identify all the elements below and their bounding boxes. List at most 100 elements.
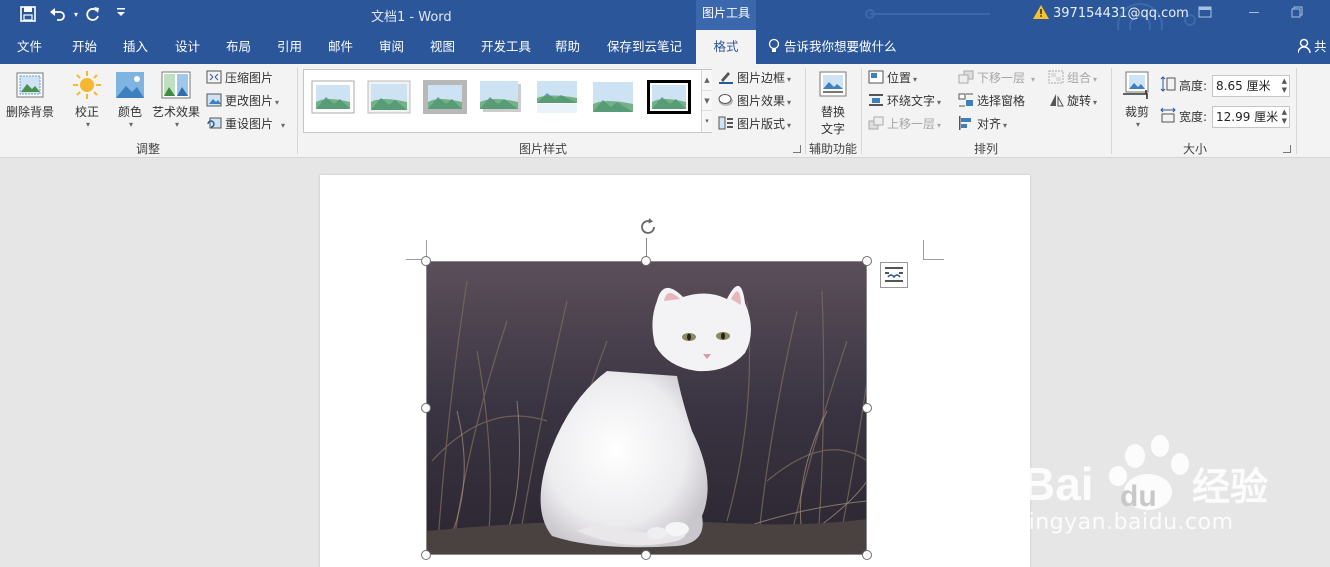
size-launcher-icon[interactable] [1283,145,1291,153]
tab-design[interactable]: 设计 [171,30,204,64]
chevron-down-icon: ▾ [275,98,280,107]
send-backward-button[interactable]: 下移一层 ▾ [958,68,1035,88]
pen-icon [718,70,734,84]
resize-handle-bottom-right[interactable] [862,550,872,560]
artistic-effects-button[interactable]: 艺术效果 ▾ [150,70,202,129]
color-button[interactable]: 颜色 ▾ [110,70,150,129]
corrections-button[interactable]: 校正 ▾ [66,70,108,129]
rotate-handle-icon[interactable] [637,216,659,238]
height-input[interactable]: 8.65 厘米 ▲ ▼ [1212,75,1290,97]
rotate-icon [1048,93,1064,107]
tab-save-to-cloud-notes[interactable]: 保存到云笔记 [603,30,686,64]
gallery-more-icon[interactable]: ▾ [702,110,712,130]
chevron-down-icon: ▾ [787,121,792,130]
restore-icon[interactable] [1291,6,1303,21]
style-thumb-metal-frame[interactable] [423,80,467,114]
picture-border-button[interactable]: 图片边框 ▾ [718,68,791,88]
picture-color-icon [115,70,145,100]
picture-styles-launcher-icon[interactable] [793,145,801,153]
share-button[interactable]: 共 [1297,30,1327,64]
alt-text-button[interactable]: 替换 文字 [812,70,854,137]
crop-label: 裁剪 [1124,105,1149,119]
group-separator [1296,68,1297,154]
undo-icon[interactable] [48,6,68,24]
change-picture-button[interactable]: 更改图片 ▾ [206,91,279,111]
width-spinner[interactable]: ▲ ▼ [1282,108,1287,126]
style-thumb-thick-black-frame[interactable] [647,80,691,114]
style-thumb-drop-shadow[interactable] [479,80,523,114]
width-label-area: 宽度: [1160,107,1207,127]
tab-home[interactable]: 开始 [68,30,101,64]
ribbon-format: 删除背景 校正 ▾ 颜色 ▾ 艺术效果 ▾ 压缩图片 更改图片 ▾ 重设图片 ▾ 调… [0,64,1330,158]
rotate-button[interactable]: 旋转 ▾ [1048,91,1097,111]
save-icon[interactable] [18,6,38,24]
ribbon-display-icon[interactable] [1198,6,1212,21]
remove-background-button[interactable]: 删除背景 [4,70,56,120]
change-picture-label: 更改图片 [225,94,274,108]
resize-handle-right[interactable] [862,403,872,413]
group-separator [1111,68,1112,154]
tab-insert[interactable]: 插入 [119,30,152,64]
resize-handle-top-right[interactable] [862,256,872,266]
gallery-scrollbar[interactable]: ▲ ▼ ▾ [701,70,712,132]
selection-pane-button[interactable]: 选择窗格 [958,91,1025,111]
tab-help[interactable]: 帮助 [551,30,584,64]
change-picture-icon [206,93,222,107]
compress-icon [206,70,222,84]
remove-background-label: 删除背景 [5,105,54,119]
bring-forward-button[interactable]: 上移一层 ▾ [868,114,941,134]
svg-text:Bai: Bai [1022,458,1094,510]
style-thumb-beveled[interactable] [367,80,411,114]
chevron-down-icon: ▾ [128,120,133,129]
resize-handle-top[interactable] [641,256,651,266]
redo-icon[interactable] [83,6,103,24]
alt-text-label-line2: 文字 [820,122,845,136]
position-button[interactable]: 位置 ▾ [868,68,917,88]
align-icon [958,116,974,130]
remove-background-icon [15,70,45,100]
chevron-down-icon: ▾ [913,75,918,84]
width-input[interactable]: 12.99 厘米 ▲ ▼ [1212,106,1290,128]
align-button[interactable]: 对齐 ▾ [958,114,1007,134]
ribbon-tabs: 文件 开始 插入 设计 布局 引用 邮件 审阅 视图 开发工具 帮助 保存到云笔… [0,30,1330,64]
group-objects-button[interactable]: 组合 ▾ [1048,68,1097,88]
tab-format[interactable]: 格式 [696,30,756,64]
resize-handle-top-left[interactable] [421,256,431,266]
style-thumb-simple-frame-white[interactable] [311,80,355,114]
height-label: 高度: [1179,79,1208,93]
resize-handle-bottom[interactable] [641,550,651,560]
tab-developer[interactable]: 开发工具 [477,30,535,64]
style-thumb-soft-edge[interactable] [591,80,635,114]
height-label-area: 高度: [1160,76,1207,96]
picture-effects-button[interactable]: 图片效果 ▾ [718,91,791,111]
customize-toolbar-icon[interactable] [111,6,131,24]
tab-mailings[interactable]: 邮件 [324,30,357,64]
tab-file[interactable]: 文件 [13,30,46,64]
reset-picture-button[interactable]: 重设图片 ▾ [206,114,285,134]
wrap-text-button[interactable]: 环绕文字 ▾ [868,91,941,111]
wrap-text-label: 环绕文字 [887,94,936,108]
tab-view[interactable]: 视图 [426,30,459,64]
tab-references[interactable]: 引用 [273,30,306,64]
resize-handle-left[interactable] [421,403,431,413]
resize-handle-bottom-left[interactable] [421,550,431,560]
margin-mark [923,240,924,260]
account-email: 397154431@qq.com [1053,6,1189,21]
minimize-icon[interactable] [1248,6,1260,21]
crop-button[interactable]: 裁剪 ▾ [1118,70,1156,129]
account-area[interactable]: 397154431@qq.com [1033,5,1189,21]
send-backward-icon [958,70,974,84]
tell-me-box[interactable]: 告诉我你想要做什么 [768,30,897,64]
picture-layout-button[interactable]: 图片版式 ▾ [718,114,791,134]
bring-forward-icon [868,116,884,130]
style-thumb-reflected[interactable] [535,80,579,114]
send-backward-label: 下移一层 [977,71,1026,85]
tab-review[interactable]: 审阅 [375,30,408,64]
artistic-effects-label: 艺术效果 [151,105,200,119]
height-spinner[interactable]: ▲ ▼ [1282,77,1287,95]
gallery-scroll-down-icon[interactable]: ▼ [702,90,712,110]
compress-pictures-button[interactable]: 压缩图片 [206,68,273,88]
gallery-scroll-up-icon[interactable]: ▲ [702,70,712,90]
tab-layout[interactable]: 布局 [222,30,255,64]
layout-options-button[interactable] [880,262,908,288]
